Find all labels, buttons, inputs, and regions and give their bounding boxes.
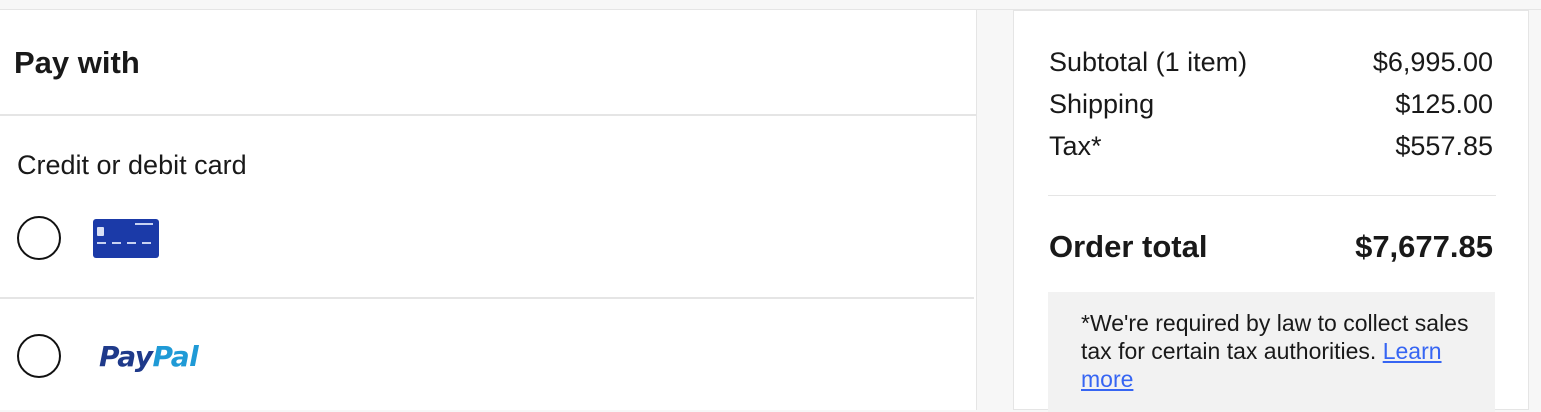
paypal-radio[interactable] [17,334,61,378]
tax-label: Tax* [1049,131,1102,161]
tax-note: *We're required by law to collect sales … [1048,292,1495,412]
pay-with-panel: Pay with Credit or debit card PayPal [0,10,977,410]
pay-with-title: Pay with [14,45,140,80]
order-summary-panel: Subtotal (1 item) $6,995.00 Shipping $12… [1013,10,1529,412]
card-number-mark [112,242,121,244]
credit-card-radio[interactable] [17,216,61,260]
divider [0,297,974,299]
credit-card-icon [93,219,159,258]
card-chip-icon [97,227,104,236]
credit-card-label: Credit or debit card [17,150,247,180]
shipping-value: $125.00 [1395,89,1493,119]
divider [0,114,976,116]
tax-value: $557.85 [1395,131,1493,161]
shipping-label: Shipping [1049,89,1155,119]
subtotal-label: Subtotal (1 item) [1049,47,1248,77]
paypal-logo-part2: Pal [152,340,199,373]
card-text-mark [135,223,153,225]
card-number-mark [127,242,136,244]
paypal-logo: PayPal [99,340,199,373]
subtotal-value: $6,995.00 [1372,47,1493,77]
card-number-mark [142,242,151,244]
paypal-logo-part1: Pay [99,340,153,373]
summary-divider [1048,195,1496,196]
card-number-mark [97,242,106,244]
order-total-label: Order total [1049,229,1208,264]
order-total-value: $7,677.85 [1355,229,1493,264]
